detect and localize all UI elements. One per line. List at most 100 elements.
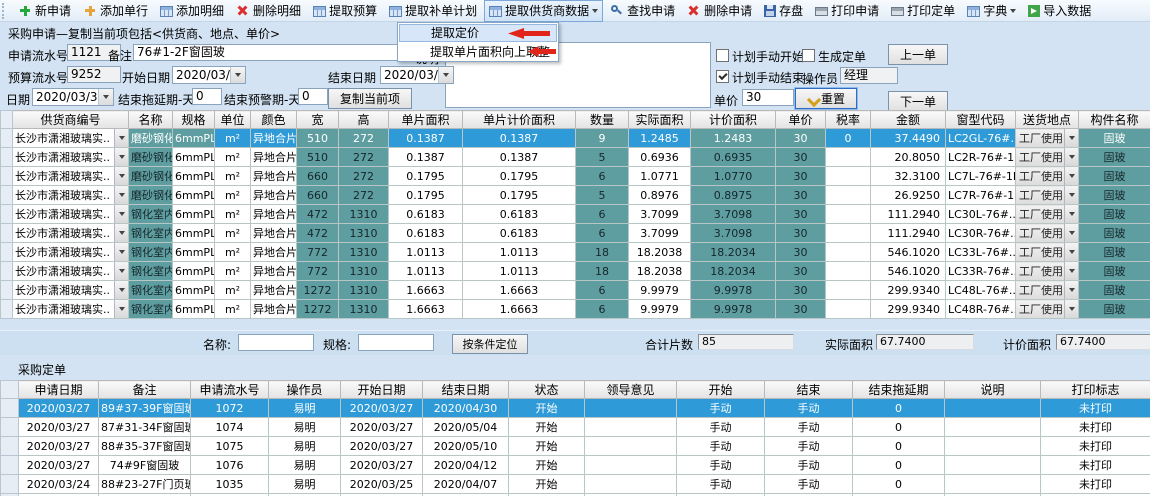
piece-area-cell[interactable]: 1.6663: [389, 281, 463, 300]
height-cell[interactable]: 272: [339, 186, 389, 205]
col-header-component[interactable]: 构件名称: [1079, 111, 1150, 129]
piece-price-area-cell[interactable]: 0.6183: [463, 205, 576, 224]
unit-cell[interactable]: m²: [215, 300, 251, 319]
piece-price-area-cell[interactable]: 0.1387: [463, 129, 576, 148]
supplier-cell[interactable]: 长沙市潇湘玻璃实..: [13, 281, 129, 300]
operator-cell[interactable]: 易明: [269, 437, 341, 456]
name-cell[interactable]: 磨砂钢化..: [129, 148, 173, 167]
spec-cell[interactable]: 6mmPLE...: [173, 243, 215, 262]
width-cell[interactable]: 472: [297, 224, 339, 243]
unit-cell[interactable]: m²: [215, 148, 251, 167]
toolbar-button-extract-supplement-plan[interactable]: 提取补单计划: [384, 0, 482, 22]
table-row[interactable]: 长沙市潇湘玻璃实..钢化室内..6mmPLE...m²异地合片47213100.…: [1, 224, 1150, 243]
price-area-cell[interactable]: 1.2483: [691, 129, 776, 148]
window-code-cell[interactable]: LC2R-76#-1F: [946, 148, 1016, 167]
piece-price-area-cell[interactable]: 0.1795: [463, 186, 576, 205]
remark-cell[interactable]: 89#37-39F窗固玻: [99, 399, 191, 418]
amount-cell[interactable]: 299.9340: [871, 281, 946, 300]
piece-area-cell[interactable]: 1.6663: [389, 300, 463, 319]
tax-cell[interactable]: [826, 243, 871, 262]
width-cell[interactable]: 660: [297, 167, 339, 186]
end-delay-cell[interactable]: 0: [853, 456, 945, 475]
qty-cell[interactable]: 6: [576, 224, 629, 243]
request-serial-cell[interactable]: 1074: [191, 418, 269, 437]
color-cell[interactable]: 异地合片: [251, 300, 297, 319]
color-cell[interactable]: 异地合片: [251, 186, 297, 205]
piece-price-area-cell[interactable]: 1.6663: [463, 281, 576, 300]
request-serial-cell[interactable]: 1072: [191, 399, 269, 418]
amount-cell[interactable]: 111.2940: [871, 224, 946, 243]
col-header-status[interactable]: 状态: [509, 381, 585, 399]
unit-price-cell[interactable]: 30: [776, 281, 826, 300]
table-row[interactable]: 长沙市潇湘玻璃实..钢化室内..6mmPLE...m²异地合片127213101…: [1, 300, 1150, 319]
amount-cell[interactable]: 299.9340: [871, 300, 946, 319]
window-code-cell[interactable]: LC7L-76#-1FO: [946, 167, 1016, 186]
piece-area-cell[interactable]: 0.1795: [389, 167, 463, 186]
tax-cell[interactable]: [826, 167, 871, 186]
piece-price-area-cell[interactable]: 0.6183: [463, 224, 576, 243]
table-row[interactable]: 长沙市潇湘玻璃实..磨砂钢化..6mmPLE...m²异地合片6602720.1…: [1, 186, 1150, 205]
col-header-window-code[interactable]: 窗型代码: [946, 111, 1016, 129]
window-code-cell[interactable]: LC33R-76#...: [946, 262, 1016, 281]
menu-item-extract-pricing[interactable]: 提取定价: [399, 24, 557, 42]
remark-cell[interactable]: 88#23-27F门页玻: [99, 475, 191, 494]
toolbar-button-add-single-row[interactable]: 添加单行: [78, 0, 153, 22]
height-cell[interactable]: 1310: [339, 205, 389, 224]
piece-area-cell[interactable]: 0.6183: [389, 224, 463, 243]
supplier-cell[interactable]: 长沙市潇湘玻璃实..: [13, 262, 129, 281]
start-cell[interactable]: 手动: [677, 399, 765, 418]
end-date-cell[interactable]: 2020/05/10: [423, 437, 509, 456]
print-flag-cell[interactable]: 未打印: [1041, 399, 1150, 418]
end-cell[interactable]: 手动: [765, 475, 853, 494]
request-date-cell[interactable]: 2020/03/27: [19, 418, 99, 437]
unit-price-cell[interactable]: 30: [776, 300, 826, 319]
component-cell[interactable]: 固玻: [1079, 262, 1150, 281]
name-cell[interactable]: 钢化室内..: [129, 205, 173, 224]
leader-opinion-cell[interactable]: [585, 475, 677, 494]
tax-cell[interactable]: [826, 281, 871, 300]
print-flag-cell[interactable]: 未打印: [1041, 418, 1150, 437]
height-cell[interactable]: 272: [339, 129, 389, 148]
component-cell[interactable]: 固玻: [1079, 205, 1150, 224]
operator-input[interactable]: 经理: [840, 67, 898, 84]
delivery-cell[interactable]: 工厂使用: [1016, 148, 1079, 167]
spec-cell[interactable]: 6mmPLE...: [173, 300, 215, 319]
note-cell[interactable]: [945, 475, 1041, 494]
window-code-cell[interactable]: LC7R-76#-1FO: [946, 186, 1016, 205]
unit-cell[interactable]: m²: [215, 167, 251, 186]
unit-cell[interactable]: m²: [215, 129, 251, 148]
request-date-cell[interactable]: 2020/03/27: [19, 399, 99, 418]
tax-cell[interactable]: [826, 262, 871, 281]
spec-cell[interactable]: 6mmPLE...: [173, 148, 215, 167]
amount-cell[interactable]: 111.2940: [871, 205, 946, 224]
width-cell[interactable]: 1272: [297, 300, 339, 319]
piece-price-area-cell[interactable]: 1.0113: [463, 243, 576, 262]
col-header-width[interactable]: 宽: [297, 111, 339, 129]
window-code-cell[interactable]: LC30R-76#...: [946, 224, 1016, 243]
leader-opinion-cell[interactable]: [585, 399, 677, 418]
operator-cell[interactable]: 易明: [269, 418, 341, 437]
spec-cell[interactable]: 6mmPLE...: [173, 205, 215, 224]
start-cell[interactable]: 手动: [677, 456, 765, 475]
color-cell[interactable]: 异地合片: [251, 148, 297, 167]
price-area-cell[interactable]: 1.0770: [691, 167, 776, 186]
unit-price-cell[interactable]: 30: [776, 129, 826, 148]
end-delay-cell[interactable]: 0: [853, 399, 945, 418]
price-area-cell[interactable]: 0.6935: [691, 148, 776, 167]
spec-cell[interactable]: 6mmPLE...: [173, 224, 215, 243]
end-delay-cell[interactable]: 0: [853, 418, 945, 437]
qty-cell[interactable]: 9: [576, 129, 629, 148]
amount-cell[interactable]: 37.4490: [871, 129, 946, 148]
budget-serial-input[interactable]: 9252: [67, 66, 121, 83]
previous-order-button[interactable]: 上一单: [888, 44, 948, 65]
start-date-cell[interactable]: 2020/03/27: [341, 437, 423, 456]
qty-cell[interactable]: 5: [576, 186, 629, 205]
start-cell[interactable]: 手动: [677, 437, 765, 456]
start-cell[interactable]: 手动: [677, 418, 765, 437]
end-warning-input[interactable]: 0: [298, 88, 328, 105]
col-header-end[interactable]: 结束: [765, 381, 853, 399]
amount-cell[interactable]: 32.3100: [871, 167, 946, 186]
component-cell[interactable]: 固玻: [1079, 186, 1150, 205]
window-code-cell[interactable]: LC2GL-76#...: [946, 129, 1016, 148]
col-header-unit-price[interactable]: 单价: [776, 111, 826, 129]
